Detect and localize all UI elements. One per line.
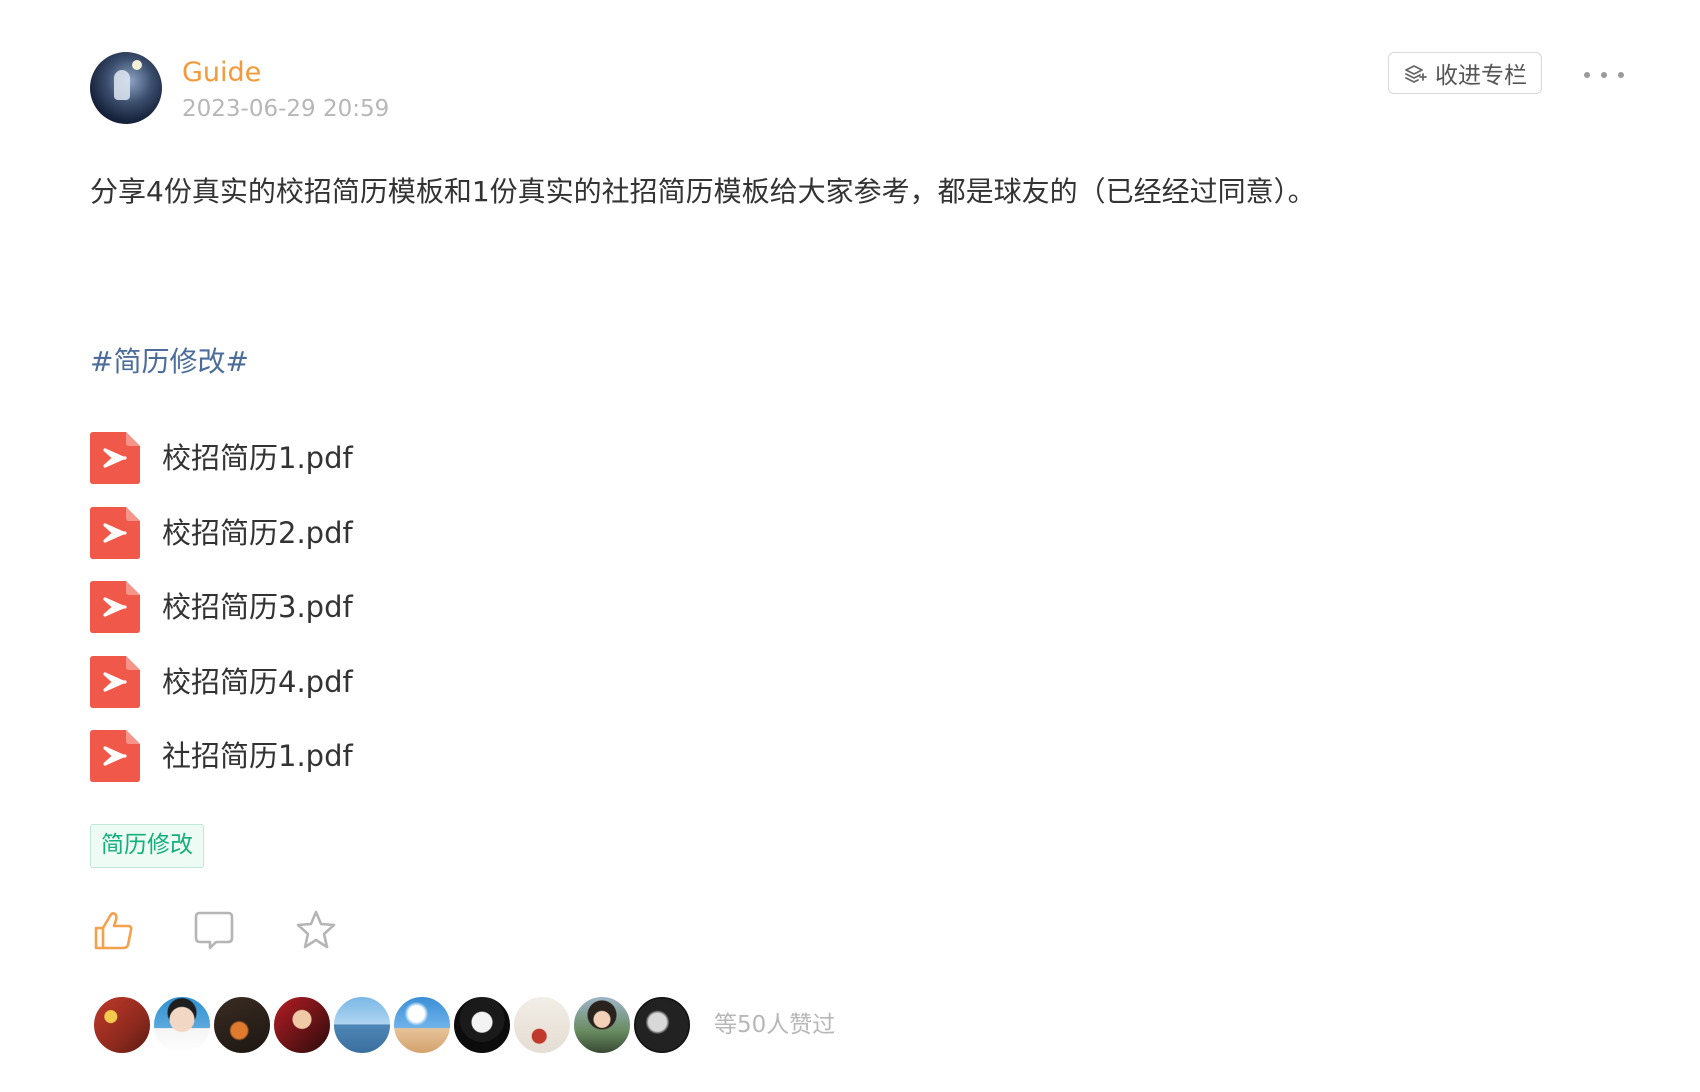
collect-to-column-button[interactable]: 收进专栏 [1388,52,1542,94]
liker-avatar[interactable] [392,995,452,1055]
pdf-icon [90,432,140,484]
attachment-name: 校招简历3.pdf [162,590,353,624]
liker-avatar[interactable] [332,995,392,1055]
pdf-icon [90,730,140,782]
liker-avatar[interactable] [92,995,152,1055]
comment-icon [194,911,234,950]
avatar-figure [114,70,130,100]
liker-avatar[interactable] [572,995,632,1055]
author-name[interactable]: Guide [182,56,261,90]
attachment-list: 校招简历1.pdf 校招简历2.pdf 校招简历3.pdf 校招简历4.pdf … [90,432,690,805]
pdf-icon [90,581,140,633]
collect-button-label: 收进专栏 [1435,63,1527,89]
attachment-name: 社招简历1.pdf [162,739,353,773]
liked-by-summary[interactable]: 等50人赞过 [714,1008,835,1042]
comment-button[interactable] [192,908,236,952]
more-dots-icon [1584,72,1590,78]
more-options-button[interactable] [1584,62,1624,88]
post-hashtag[interactable]: #简历修改# [90,342,249,382]
liker-avatar[interactable] [272,995,332,1055]
pdf-icon [90,655,140,708]
like-button[interactable] [92,908,136,952]
avatar-moon [132,60,142,70]
author-avatar[interactable] [90,52,162,124]
attachment-name: 校招简历2.pdf [162,515,353,550]
liker-avatars [92,994,692,1056]
liker-avatar[interactable] [452,995,512,1055]
liker-avatar[interactable] [152,995,212,1055]
post-time: 2023-06-29 20:59 [182,96,390,122]
liker-avatar[interactable] [212,995,272,1055]
pdf-icon [90,506,140,559]
attachment-item[interactable]: 校招简历4.pdf [90,655,690,708]
thumbs-up-icon [94,912,133,950]
attachment-item[interactable]: 社招简历1.pdf [90,730,690,782]
star-icon [296,910,336,949]
liker-avatar[interactable] [632,995,692,1055]
attachment-item[interactable]: 校招简历3.pdf [90,581,690,633]
attachment-item[interactable]: 校招简历2.pdf [90,506,690,559]
post-card: Guide 2023-06-29 20:59 收进专栏 分享4份真实的校招简历模… [0,0,1700,1092]
favorite-button[interactable] [294,908,338,952]
more-dots-icon [1601,72,1607,78]
post-content-text: 分享4份真实的校招简历模板和1份真实的社招简历模板给大家参考，都是球友的（已经经… [90,175,1316,208]
layers-plus-icon [1405,65,1427,83]
attachment-name: 校招简历1.pdf [162,441,353,475]
liker-avatar[interactable] [512,995,572,1055]
more-dots-icon [1618,72,1624,78]
attachment-item[interactable]: 校招简历1.pdf [90,432,690,484]
attachment-name: 校招简历4.pdf [162,664,353,699]
topic-tag[interactable]: 简历修改 [90,824,204,868]
